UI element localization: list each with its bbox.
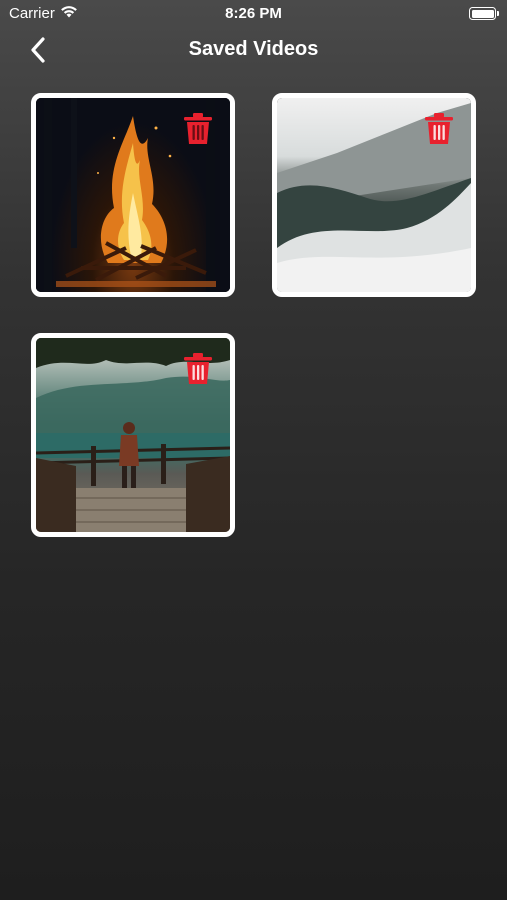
video-thumbnail-campfire[interactable] <box>31 93 235 297</box>
delete-video-button[interactable] <box>424 112 456 146</box>
page-title: Saved Videos <box>188 38 319 60</box>
delete-video-button[interactable] <box>183 352 215 386</box>
status-bar: Carrier 8:26 PM <box>0 0 507 28</box>
video-thumbnail-lake-dock[interactable] <box>31 333 235 537</box>
trash-icon <box>425 113 453 144</box>
video-thumbnail-fog-mountain[interactable] <box>272 93 476 297</box>
battery-icon <box>469 7 499 20</box>
status-time: 8:26 PM <box>225 5 282 22</box>
trash-icon <box>184 353 212 384</box>
delete-video-button[interactable] <box>183 112 215 146</box>
trash-icon <box>184 113 212 144</box>
